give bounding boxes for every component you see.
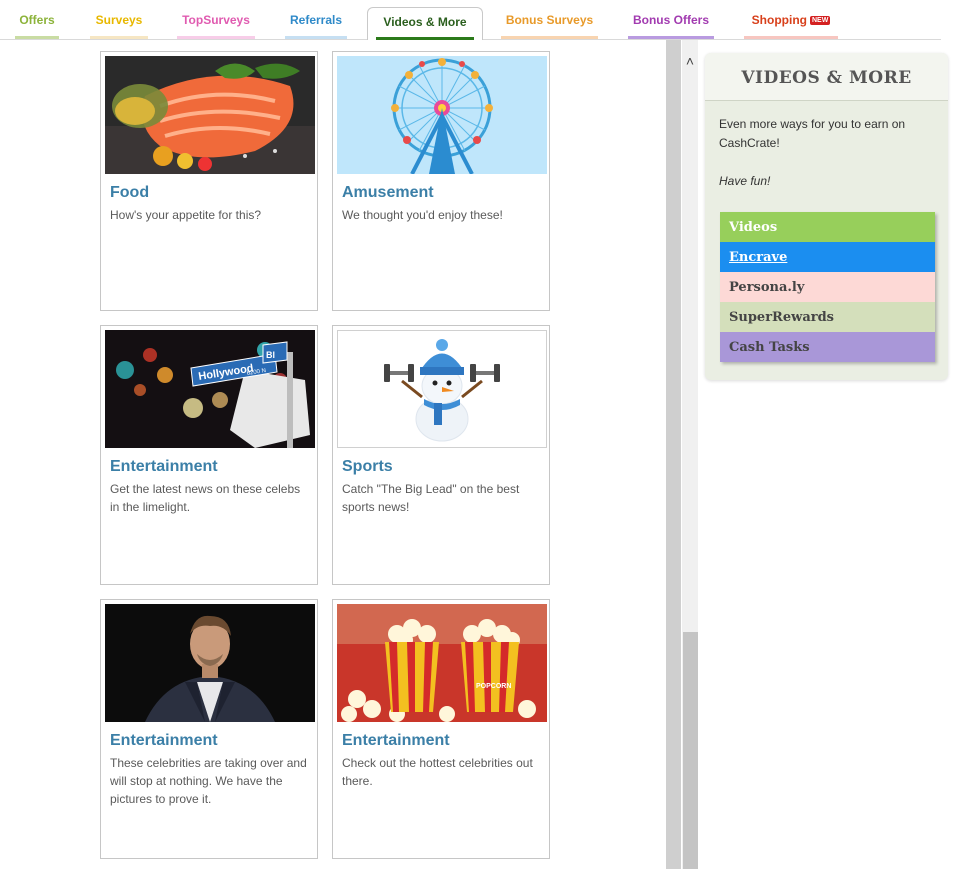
sidebar-fun: Have fun! xyxy=(719,174,771,188)
food-image xyxy=(105,56,315,174)
tab-surveys[interactable]: Surveys xyxy=(90,12,148,39)
tab-label: Offers xyxy=(19,13,55,27)
menu-item-personaly[interactable]: Persona.ly xyxy=(720,272,935,302)
sidebar-intro: Even more ways for you to earn on CashCr… xyxy=(719,117,906,150)
tab-underline xyxy=(628,36,714,39)
tab-label-text: Shopping xyxy=(751,13,807,27)
popcorn-image: POPCORN xyxy=(337,604,547,722)
card-title[interactable]: Amusement xyxy=(342,184,434,202)
tab-shopping[interactable]: Shopping NEW xyxy=(744,12,838,39)
card-description: Check out the hottest celebrities out th… xyxy=(342,756,533,788)
menu-item-cash-tasks[interactable]: Cash Tasks xyxy=(720,332,935,362)
card-description: Get the latest news on these celebs in t… xyxy=(110,482,301,514)
card-entertainment-3[interactable]: POPCORN Entertainment Check out the hott… xyxy=(332,599,550,859)
card-entertainment-2[interactable]: Entertainment These celebrities are taki… xyxy=(100,599,318,859)
tab-underline xyxy=(177,36,255,39)
card-sports[interactable]: Sports Catch "The Big Lead" on the best … xyxy=(332,325,550,585)
card-description: How's your appetite for this? xyxy=(110,208,262,222)
tab-underline xyxy=(501,36,598,39)
sidebar-title: VIDEOS & MORE xyxy=(741,68,912,88)
tab-underline xyxy=(744,36,838,39)
tab-label: Bonus Surveys xyxy=(505,13,594,27)
sidebar-menu: Videos Encrave Persona.ly SuperRewards C… xyxy=(720,212,935,362)
menu-item-videos[interactable]: Videos xyxy=(720,212,935,242)
menu-item-encrave[interactable]: Encrave xyxy=(720,242,935,272)
card-description: These celebrities are taking over and wi… xyxy=(110,756,307,806)
menu-item-superrewards[interactable]: SuperRewards xyxy=(720,302,935,332)
tab-label: TopSurveys xyxy=(182,13,250,27)
tab-label: Shopping NEW xyxy=(744,12,838,28)
tab-label: Videos & More xyxy=(383,15,467,29)
content-scroll-gutter xyxy=(666,40,681,869)
scroll-up-arrow-icon[interactable]: ˄ xyxy=(681,52,699,70)
card-food[interactable]: Food How's your appetite for this? xyxy=(100,51,318,311)
tab-underline xyxy=(285,36,347,39)
card-description: We thought you'd enjoy these! xyxy=(342,208,503,222)
tab-label: Referrals xyxy=(289,13,343,27)
sign-bl: Bl xyxy=(266,350,275,360)
hollywood-image: Hollywood 6200 N Bl xyxy=(105,330,315,448)
new-badge: NEW xyxy=(809,16,831,25)
tab-underline xyxy=(376,37,474,40)
card-title[interactable]: Entertainment xyxy=(342,732,450,750)
card-entertainment-1[interactable]: Hollywood 6200 N Bl Entertainment Get th… xyxy=(100,325,318,585)
tab-topsurveys[interactable]: TopSurveys xyxy=(177,12,255,39)
tab-bonus-surveys[interactable]: Bonus Surveys xyxy=(501,12,598,39)
card-title[interactable]: Entertainment xyxy=(110,458,218,476)
snowman-image xyxy=(337,330,547,448)
tab-underline xyxy=(15,36,59,39)
tab-label: Surveys xyxy=(95,13,143,27)
sidebar-header: VIDEOS & MORE xyxy=(705,53,948,101)
amusement-image xyxy=(337,56,547,174)
popcorn-box-text: POPCORN xyxy=(476,683,511,690)
tab-offers[interactable]: Offers xyxy=(15,12,59,39)
card-title[interactable]: Food xyxy=(110,184,149,202)
tab-bonus-offers[interactable]: Bonus Offers xyxy=(628,12,714,39)
sidebar-panel: VIDEOS & MORE Even more ways for you to … xyxy=(705,53,948,380)
scrollbar-thumb[interactable] xyxy=(683,632,698,869)
tab-referrals[interactable]: Referrals xyxy=(285,12,347,39)
celebrity-image xyxy=(105,604,315,722)
tab-bar: Offers Surveys TopSurveys Referrals Vide… xyxy=(0,0,971,40)
card-description: Catch "The Big Lead" on the best sports … xyxy=(342,482,520,514)
tab-videos-more[interactable]: Videos & More xyxy=(367,7,483,40)
sidebar-body: Even more ways for you to earn on CashCr… xyxy=(719,115,934,191)
card-amusement[interactable]: Amusement We thought you'd enjoy these! xyxy=(332,51,550,311)
card-title[interactable]: Sports xyxy=(342,458,393,476)
tab-label: Bonus Offers xyxy=(632,13,709,27)
tab-underline xyxy=(90,36,148,39)
card-title[interactable]: Entertainment xyxy=(110,732,218,750)
